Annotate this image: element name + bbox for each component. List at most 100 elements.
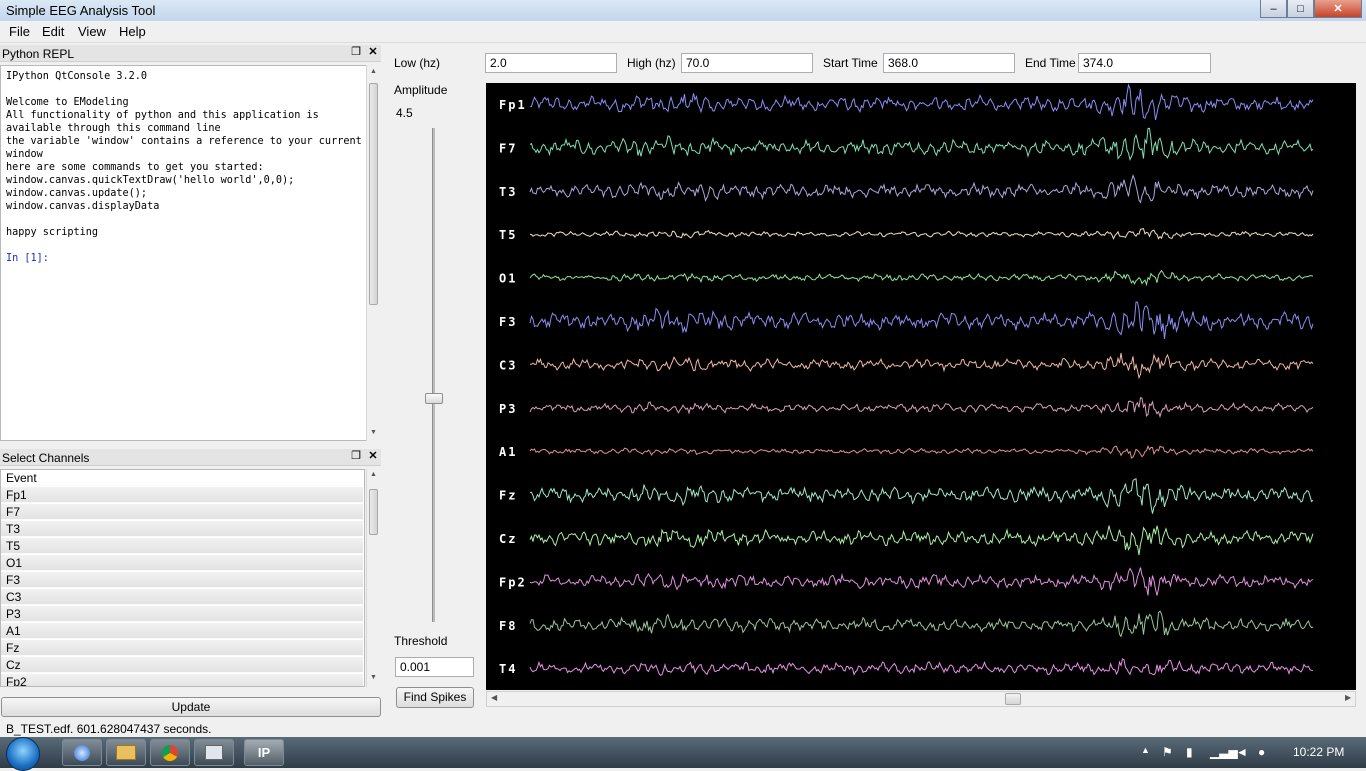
- menu-edit[interactable]: Edit: [42, 24, 64, 39]
- channel-trace-label: A1: [499, 445, 517, 459]
- scroll-down-icon[interactable]: ▼: [367, 674, 380, 681]
- taskbar-app-ipython[interactable]: IP: [244, 739, 284, 766]
- amplitude-slider-handle[interactable]: [425, 393, 443, 404]
- flag-icon[interactable]: ⚑: [1162, 745, 1173, 759]
- browser-icon: [74, 744, 90, 761]
- repl-panel-header: Python REPL ❐ ✕: [0, 45, 381, 62]
- close-panel-icon[interactable]: ✕: [367, 450, 379, 462]
- repl-line: window: [6, 149, 43, 160]
- network-icon[interactable]: ▁▃▅: [1210, 745, 1238, 759]
- window-icon: [205, 745, 223, 760]
- repl-line: window.canvas.displayData: [6, 201, 160, 212]
- channel-item[interactable]: A1: [1, 623, 363, 639]
- repl-line: available through this command line: [6, 123, 221, 134]
- repl-line: window.canvas.quickTextDraw('hello world…: [6, 175, 295, 186]
- channel-item[interactable]: T5: [1, 538, 363, 554]
- channel-trace-label: Fz: [499, 489, 517, 503]
- repl-console[interactable]: IPython QtConsole 3.2.0 Welcome to EModel…: [0, 65, 370, 441]
- notification-icon[interactable]: ●: [1258, 745, 1265, 759]
- channel-item[interactable]: C3: [1, 589, 363, 605]
- menu-help[interactable]: Help: [119, 24, 146, 39]
- start-time-label: Start Time: [823, 56, 878, 70]
- update-button[interactable]: Update: [1, 697, 381, 717]
- high-hz-field[interactable]: 70.0: [681, 53, 813, 73]
- ipython-label: IP: [257, 745, 271, 760]
- taskbar: IP ▲ ⚑ ▮ ▁▃▅ ◄ ● 10:22 PM: [0, 737, 1366, 771]
- low-hz-field[interactable]: 2.0: [485, 53, 617, 73]
- taskbar-app-explorer[interactable]: [106, 739, 146, 766]
- eeg-canvas[interactable]: Fp1 F7 T3 T5 O1 F3 C3 P3 A1 Fz Cz Fp2 F8 T4: [486, 83, 1356, 690]
- channel-trace-label: O1: [499, 272, 517, 286]
- find-spikes-button[interactable]: Find Spikes: [396, 687, 474, 708]
- scroll-right-icon[interactable]: ▶: [1345, 693, 1351, 702]
- channel-item[interactable]: F7: [1, 504, 363, 520]
- menu-bar: File Edit View Help: [0, 21, 1366, 43]
- end-time-field[interactable]: 374.0: [1078, 53, 1211, 73]
- power-icon[interactable]: ▮: [1186, 745, 1193, 759]
- repl-line: here are some commands to get you starte…: [6, 162, 264, 173]
- volume-icon[interactable]: ◄: [1236, 745, 1248, 759]
- float-panel-icon[interactable]: ❐: [350, 450, 362, 462]
- taskbar-app-window[interactable]: [194, 739, 234, 766]
- channel-trace: [529, 444, 1314, 459]
- start-time-field[interactable]: 368.0: [883, 53, 1015, 73]
- channel-item[interactable]: O1: [1, 555, 363, 571]
- channel-trace: [529, 174, 1314, 204]
- channel-trace: [529, 396, 1314, 419]
- channel-trace: [529, 83, 1314, 121]
- window-title: Simple EEG Analysis Tool: [6, 3, 156, 18]
- maximize-button[interactable]: □: [1287, 0, 1314, 18]
- amplitude-slider-track[interactable]: [432, 128, 435, 622]
- channel-item[interactable]: Cz: [1, 657, 363, 673]
- scroll-thumb[interactable]: [1005, 693, 1021, 705]
- chrome-icon: [162, 744, 178, 761]
- channel-item[interactable]: P3: [1, 606, 363, 622]
- channel-list-scrollbar[interactable]: ▲ ▼: [366, 469, 380, 687]
- channel-item[interactable]: Fp2: [1, 674, 363, 686]
- scroll-up-icon[interactable]: ▲: [367, 68, 380, 75]
- channel-trace: [529, 127, 1314, 161]
- channel-item[interactable]: F3: [1, 572, 363, 588]
- channel-item[interactable]: Fz: [1, 640, 363, 656]
- scroll-thumb[interactable]: [369, 83, 378, 305]
- tray-expand-icon[interactable]: ▲: [1141, 745, 1150, 755]
- scroll-up-icon[interactable]: ▲: [367, 471, 380, 478]
- threshold-label: Threshold: [394, 634, 448, 648]
- channel-item[interactable]: T3: [1, 521, 363, 537]
- channel-trace-label: Cz: [499, 532, 517, 546]
- channel-trace: [529, 610, 1314, 638]
- minimize-button[interactable]: –: [1260, 0, 1287, 18]
- close-button[interactable]: ✕: [1314, 0, 1362, 18]
- clock[interactable]: 10:22 PM: [1293, 745, 1344, 759]
- repl-scrollbar[interactable]: ▲ ▼: [366, 65, 380, 441]
- scroll-thumb[interactable]: [369, 489, 378, 535]
- channels-panel-header: Select Channels ❐ ✕: [0, 449, 381, 466]
- start-button[interactable]: [6, 737, 40, 771]
- channel-list: Event Fp1 F7 T3 T5 O1 F3 C3 P3 A1 Fz Cz Fp2: [0, 469, 365, 687]
- scroll-down-icon[interactable]: ▼: [367, 429, 380, 436]
- channel-trace: [529, 477, 1314, 514]
- title-bar: Simple EEG Analysis Tool – □ ✕: [0, 0, 1366, 21]
- channel-trace-label: P3: [499, 402, 517, 416]
- channel-item[interactable]: Fp1: [1, 487, 363, 503]
- taskbar-app-browser[interactable]: [62, 739, 102, 766]
- eeg-horizontal-scrollbar[interactable]: ◀ ▶: [486, 691, 1356, 707]
- close-panel-icon[interactable]: ✕: [367, 46, 379, 58]
- channel-trace-label: Fp1: [499, 98, 527, 112]
- channel-trace: [529, 269, 1314, 287]
- menu-view[interactable]: View: [78, 24, 106, 39]
- channel-trace: [529, 567, 1314, 596]
- folder-icon: [116, 745, 136, 760]
- channel-trace-label: F3: [499, 315, 517, 329]
- threshold-field[interactable]: 0.001: [395, 657, 474, 677]
- low-hz-label: Low (hz): [394, 56, 441, 70]
- scroll-left-icon[interactable]: ◀: [491, 693, 497, 702]
- float-panel-icon[interactable]: ❐: [350, 46, 362, 58]
- taskbar-app-chrome[interactable]: [150, 739, 190, 766]
- menu-file[interactable]: File: [9, 24, 30, 39]
- channel-trace-label: C3: [499, 358, 517, 372]
- channel-trace: [529, 228, 1314, 240]
- channel-item[interactable]: Event: [1, 470, 363, 486]
- repl-panel-title: Python REPL: [2, 47, 75, 61]
- channel-trace-label: F8: [499, 619, 517, 633]
